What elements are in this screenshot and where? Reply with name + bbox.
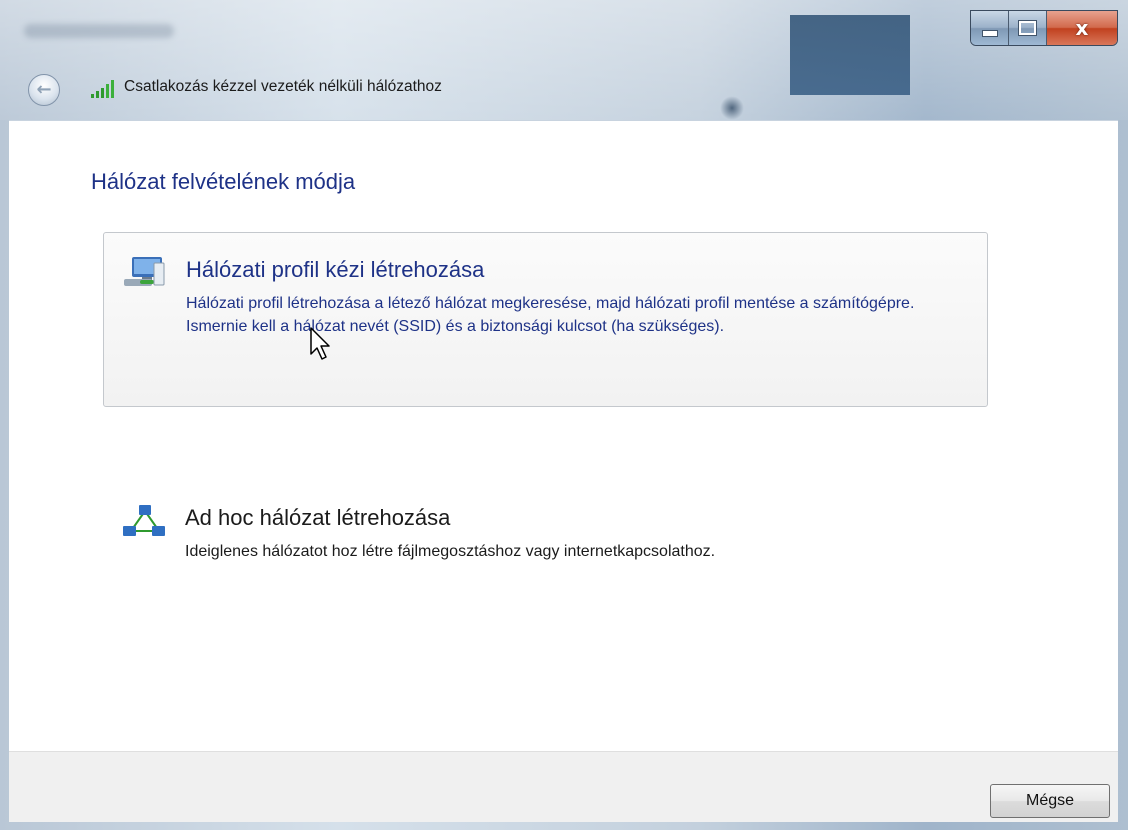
background-blur xyxy=(790,15,910,95)
close-icon: x xyxy=(1075,16,1089,40)
back-arrow-icon: ← xyxy=(36,78,52,100)
background-blur xyxy=(720,96,744,120)
maximize-icon xyxy=(1018,20,1037,36)
maximize-button[interactable] xyxy=(1009,11,1047,45)
minimize-icon xyxy=(981,29,998,37)
background-blur xyxy=(24,24,174,38)
network-profile-icon xyxy=(124,257,165,286)
close-button[interactable]: x xyxy=(1047,11,1117,45)
page-title: Hálózat felvételének módja xyxy=(91,169,356,194)
mouse-cursor-icon xyxy=(310,327,330,360)
cancel-button[interactable]: Mégse xyxy=(990,784,1110,818)
caption-buttons: x xyxy=(970,10,1118,46)
option-description: Hálózati profil létrehozása a létező hál… xyxy=(186,295,915,335)
option-title: Ad hoc hálózat létrehozása xyxy=(185,505,451,530)
window-title: Csatlakozás kézzel vezeték nélküli hálóz… xyxy=(124,78,442,95)
ad-hoc-network-icon xyxy=(123,505,165,536)
option-title: Hálózati profil kézi létrehozása xyxy=(186,257,485,282)
wireless-signal-icon xyxy=(91,80,114,98)
dialog-content: Hálózat felvételének módja Hálózati prof… xyxy=(9,120,1118,752)
dialog-footer: Mégse xyxy=(9,751,1118,822)
back-button[interactable]: ← xyxy=(28,74,60,106)
option-description: Ideiglenes hálózatot hoz létre fájlmegos… xyxy=(185,543,716,560)
option-manual-profile[interactable]: Hálózati profil kézi létrehozása Hálózat… xyxy=(103,232,988,407)
minimize-button[interactable] xyxy=(971,11,1009,45)
option-ad-hoc[interactable]: Ad hoc hálózat létrehozása Ideiglenes há… xyxy=(103,481,988,656)
